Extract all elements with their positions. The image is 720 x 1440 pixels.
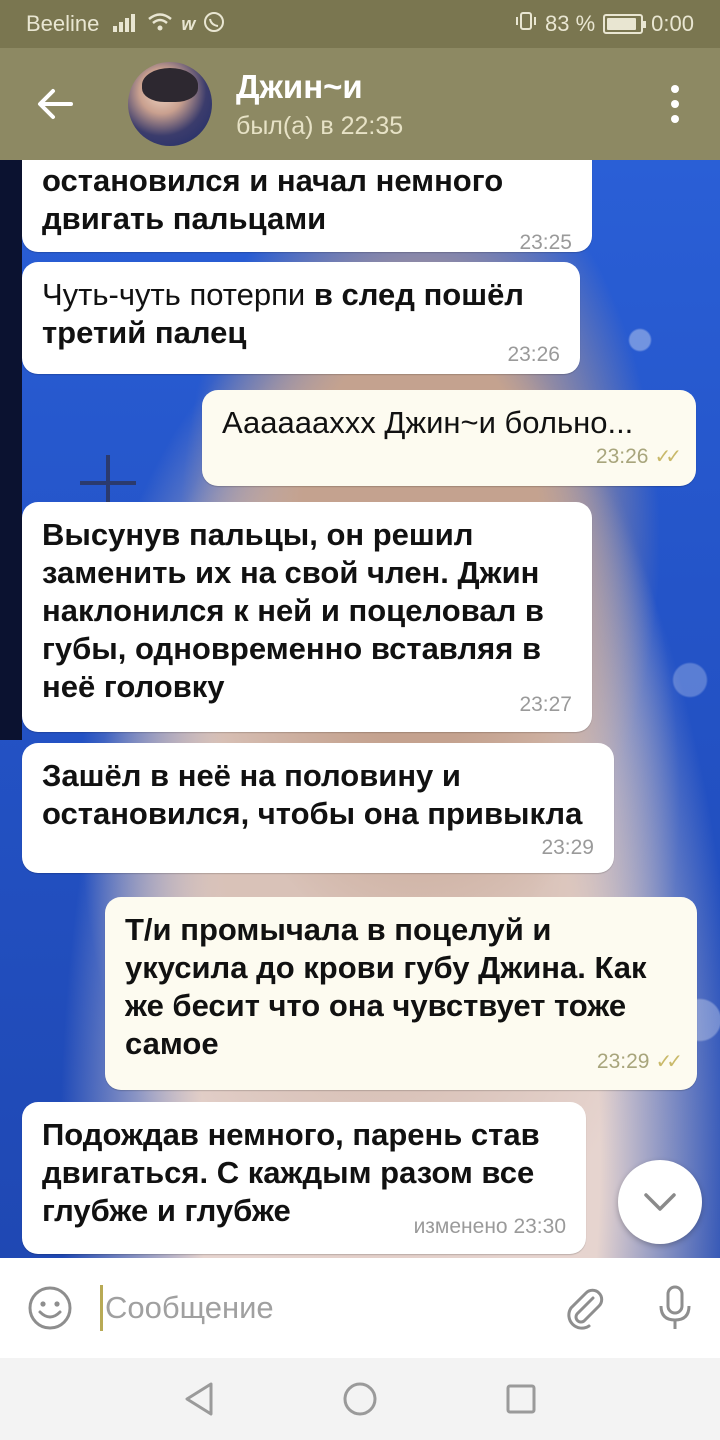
message-input[interactable] [104, 1290, 540, 1326]
message-time: 23:26 [595, 445, 649, 468]
more-vert-icon [671, 85, 679, 93]
message-bubble-outgoing[interactable]: Аааааахxx Джин~и больно... 23:26 ✓✓ [202, 390, 696, 486]
message-text: остановился и начал немного двигать паль… [42, 163, 504, 236]
last-seen: был(а) в 22:35 [236, 111, 404, 140]
avatar[interactable] [128, 62, 212, 146]
message-bubble[interactable]: Высунув пальцы, он решил заменить их на … [22, 502, 592, 732]
app-notification-icon: w [181, 13, 196, 34]
message-bubble[interactable]: Чуть-чуть потерпи в след пошёл третий па… [22, 262, 580, 374]
more-vert-dot [671, 115, 679, 123]
message-text: Аааааахxx Джин~и больно... [222, 405, 634, 440]
compose-bar [0, 1258, 720, 1358]
back-button[interactable] [0, 48, 110, 160]
chat-message-list[interactable]: остановился и начал немного двигать паль… [0, 160, 720, 1258]
message-time: 23:29 [541, 836, 594, 859]
whatsapp-icon [203, 11, 225, 38]
clock: 0:00 [651, 11, 694, 36]
voice-message-button[interactable] [630, 1284, 720, 1332]
message-time: изменено 23:30 [413, 1215, 566, 1238]
battery-icon [603, 14, 647, 34]
nav-recents-button[interactable] [505, 1383, 537, 1415]
battery-percent: 83 % [545, 11, 596, 36]
circle-home-icon [343, 1382, 377, 1416]
nav-home-button[interactable] [342, 1381, 378, 1417]
message-time: 23:26 [507, 343, 560, 366]
signal-icon [113, 12, 139, 37]
message-input-wrapper [100, 1278, 540, 1338]
message-time: 23:25 [519, 231, 572, 254]
message-bubble[interactable]: остановился и начал немного двигать паль… [22, 160, 592, 254]
message-text: Высунув пальцы, он решил заменить их на … [42, 517, 544, 704]
scroll-to-bottom-button[interactable] [618, 1160, 702, 1244]
chat-title: Джин~и [236, 67, 363, 105]
message-bubble[interactable]: Зашёл в неё на половину и остановился, ч… [22, 743, 614, 873]
message-text-container: Чуть-чуть потерпи в след пошёл третий па… [42, 276, 560, 352]
emoji-icon [28, 1286, 72, 1330]
text-caret [100, 1285, 103, 1331]
wifi-icon [147, 12, 173, 37]
read-receipt-icon: ✓✓ [654, 446, 681, 468]
back-arrow-icon [38, 89, 73, 119]
status-bar: Beeline w 83 % 0:00 [0, 0, 720, 48]
vibrate-icon [515, 10, 537, 38]
message-bubble-outgoing[interactable]: Т/и промычала в поцелуй и укусила до кро… [105, 897, 697, 1090]
carrier-name: Beeline [26, 11, 100, 36]
square-recents-icon [506, 1384, 536, 1414]
chat-title-block[interactable]: Джин~и был(а) в 22:35 [236, 68, 630, 141]
paperclip-icon [567, 1288, 604, 1330]
message-time: 23:29 [596, 1050, 650, 1073]
system-navigation-bar [0, 1358, 720, 1440]
message-time: 23:27 [519, 693, 572, 716]
chevron-down-icon [644, 1193, 676, 1211]
status-icons: w [113, 11, 225, 38]
message-text: Т/и промычала в поцелуй и укусила до кро… [125, 912, 647, 1061]
triangle-back-icon [185, 1382, 213, 1416]
message-text: Зашёл в неё на половину и остановился, ч… [42, 758, 583, 831]
message-bubble[interactable]: Подождав немного, парень став двигаться.… [22, 1102, 586, 1254]
read-receipt-icon: ✓✓ [655, 1051, 682, 1073]
emoji-button[interactable] [0, 1285, 100, 1331]
microphone-icon [659, 1285, 691, 1329]
status-right: 83 % 0:00 [515, 10, 694, 38]
wallpaper-strip [0, 160, 22, 740]
attach-button[interactable] [540, 1286, 630, 1330]
message-text-plain: Чуть-чуть потерпи [42, 277, 314, 312]
chat-header: Джин~и был(а) в 22:35 [0, 48, 720, 160]
more-options-button[interactable] [630, 48, 720, 160]
nav-back-button[interactable] [183, 1381, 215, 1417]
more-vert-dot [671, 100, 679, 108]
